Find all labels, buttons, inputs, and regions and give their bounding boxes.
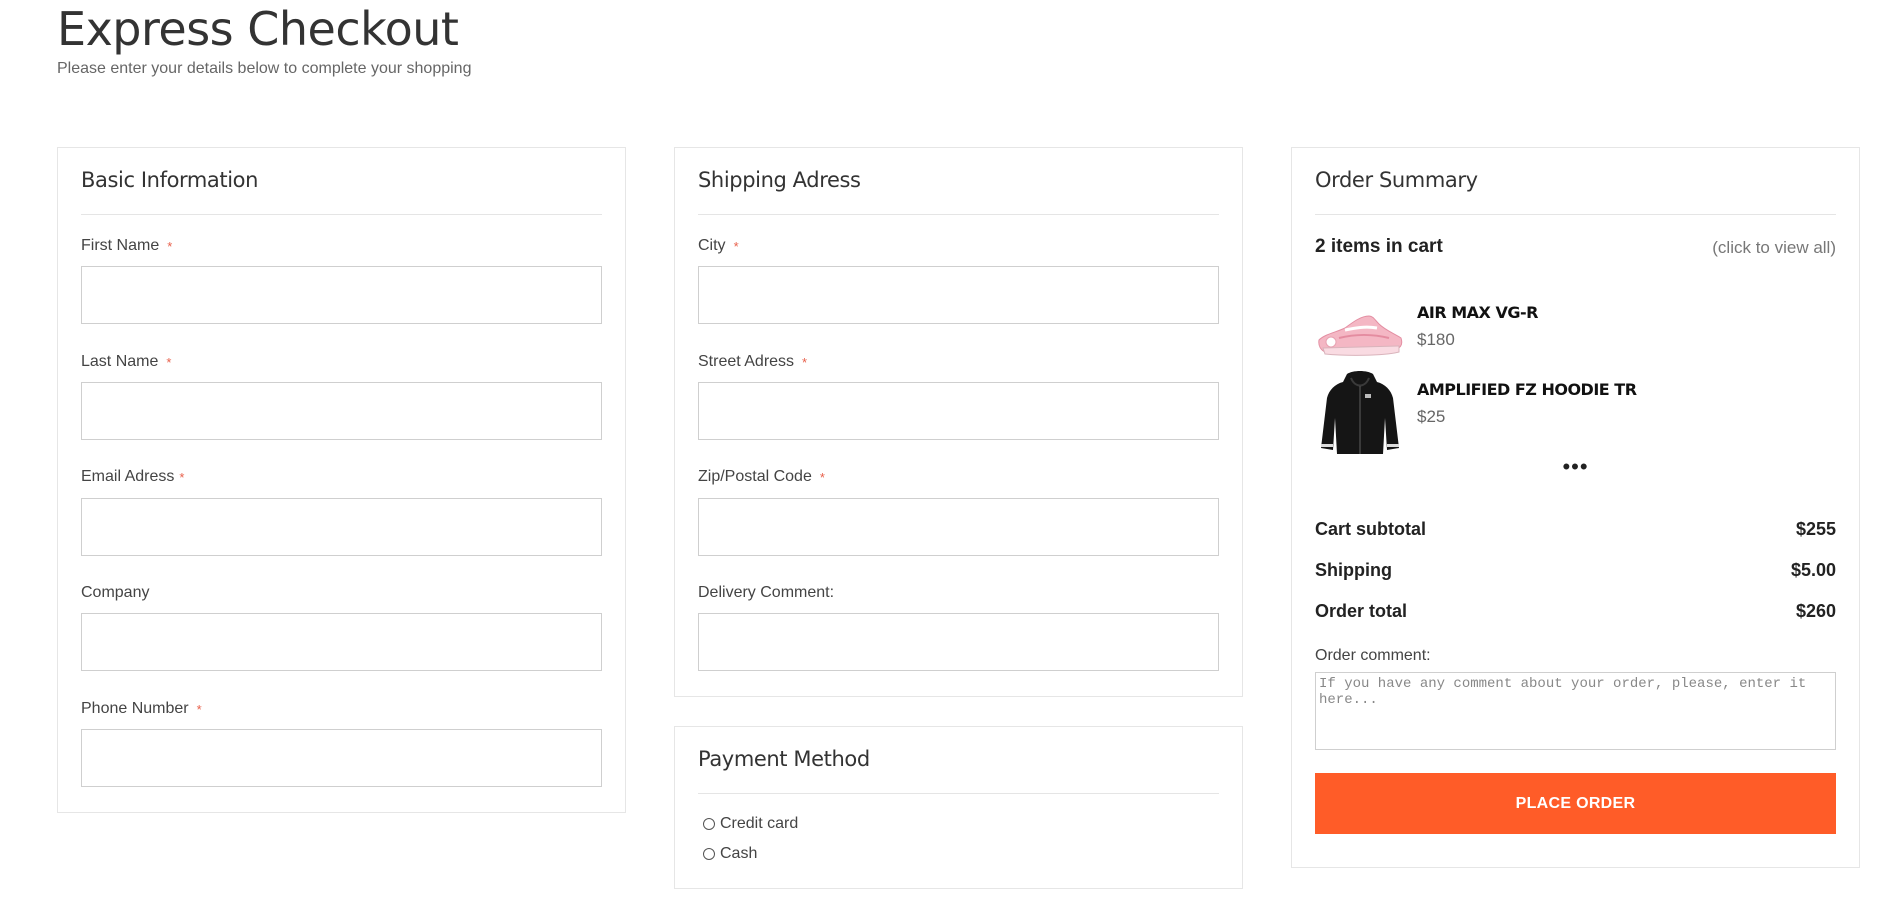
total-row-order-total: Order total $260 bbox=[1315, 601, 1836, 622]
page-subtitle: Please enter your details below to compl… bbox=[57, 60, 472, 77]
city-label: City * bbox=[698, 237, 739, 254]
divider bbox=[698, 214, 1219, 215]
city-input[interactable] bbox=[698, 266, 1219, 324]
street-address-label: Street Adress * bbox=[698, 353, 808, 370]
card-title: Basic Information bbox=[81, 168, 259, 192]
payment-option-cash[interactable]: Cash bbox=[703, 845, 757, 863]
total-value: $260 bbox=[1795, 601, 1836, 621]
required-mark: * bbox=[802, 355, 808, 370]
item-name: AMPLIFIED FZ HOODIE TR bbox=[1417, 380, 1637, 399]
required-mark: * bbox=[733, 239, 739, 254]
total-value: $255 bbox=[1795, 519, 1836, 539]
order-summary-card: Order Summary 2 items in cart (click to … bbox=[1291, 147, 1860, 868]
cart-item[interactable]: AIR MAX VG-R $180 bbox=[1315, 290, 1836, 380]
option-label: Cash bbox=[720, 845, 758, 862]
zip-code-input[interactable] bbox=[698, 498, 1219, 556]
order-comment-label: Order comment: bbox=[1315, 647, 1431, 664]
delivery-comment-input[interactable] bbox=[698, 613, 1219, 671]
place-order-button[interactable]: PLACE ORDER bbox=[1315, 773, 1836, 834]
last-name-input[interactable] bbox=[81, 382, 602, 440]
item-name: AIR MAX VG-R bbox=[1417, 303, 1538, 322]
card-title: Payment Method bbox=[698, 747, 870, 771]
total-row-subtotal: Cart subtotal $255 bbox=[1315, 519, 1836, 540]
divider bbox=[81, 214, 602, 215]
delivery-comment-label: Delivery Comment: bbox=[698, 584, 835, 601]
phone-number-input[interactable] bbox=[81, 729, 602, 787]
card-title: Order Summary bbox=[1315, 168, 1478, 192]
company-label: Company bbox=[81, 584, 150, 601]
required-mark: * bbox=[179, 470, 185, 485]
cart-item-count: 2 items in cart bbox=[1315, 236, 1443, 257]
street-address-input[interactable] bbox=[698, 382, 1219, 440]
total-label: Order total bbox=[1315, 601, 1408, 621]
zip-code-label: Zip/Postal Code * bbox=[698, 468, 825, 485]
order-comment-input[interactable] bbox=[1315, 672, 1836, 750]
view-all-link[interactable]: (click to view all) bbox=[1712, 238, 1836, 258]
phone-number-label: Phone Number * bbox=[81, 700, 202, 717]
required-mark: * bbox=[167, 239, 173, 254]
shipping-address-card: Shipping Adress City * Street Adress * Zip… bbox=[674, 147, 1243, 697]
required-mark: * bbox=[196, 702, 202, 717]
radio-button[interactable] bbox=[703, 818, 715, 830]
payment-method-card: Payment Method Credit card Cash bbox=[674, 726, 1243, 889]
cart-item[interactable]: AMPLIFIED FZ HOODIE TR $25 bbox=[1315, 368, 1836, 458]
total-label: Cart subtotal bbox=[1315, 519, 1427, 539]
total-row-shipping: Shipping $5.00 bbox=[1315, 560, 1836, 581]
company-input[interactable] bbox=[81, 613, 602, 671]
payment-option-credit-card[interactable]: Credit card bbox=[703, 815, 798, 833]
card-title: Shipping Adress bbox=[698, 168, 861, 192]
item-price: $180 bbox=[1417, 330, 1455, 349]
black-hoodie-image bbox=[1321, 371, 1399, 454]
page-title: Express Checkout bbox=[57, 2, 459, 56]
total-value: $5.00 bbox=[1790, 560, 1836, 580]
item-price: $25 bbox=[1417, 407, 1446, 426]
required-mark: * bbox=[166, 355, 172, 370]
basic-information-card: Basic Information First Name * Last Name *… bbox=[57, 147, 626, 813]
pink-sneaker-image bbox=[1318, 315, 1403, 356]
radio-button[interactable] bbox=[703, 848, 715, 860]
email-label: Email Adress * bbox=[81, 468, 185, 485]
more-items-dots[interactable]: ••• bbox=[1292, 454, 1859, 480]
last-name-label: Last Name * bbox=[81, 353, 172, 370]
email-input[interactable] bbox=[81, 498, 602, 556]
total-label: Shipping bbox=[1315, 560, 1392, 580]
divider bbox=[1315, 214, 1836, 215]
first-name-label: First Name * bbox=[81, 237, 173, 254]
first-name-input[interactable] bbox=[81, 266, 602, 324]
divider bbox=[698, 793, 1219, 794]
required-mark: * bbox=[819, 470, 825, 485]
option-label: Credit card bbox=[720, 815, 799, 832]
